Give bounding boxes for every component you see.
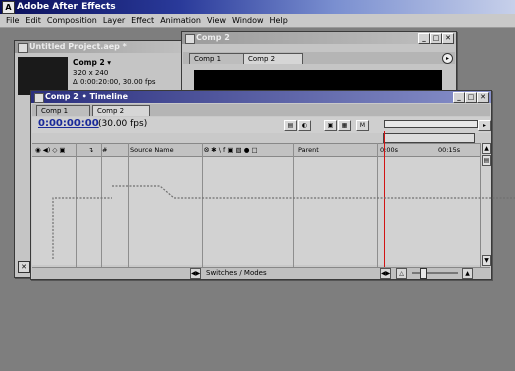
drag-guide (52, 185, 515, 259)
